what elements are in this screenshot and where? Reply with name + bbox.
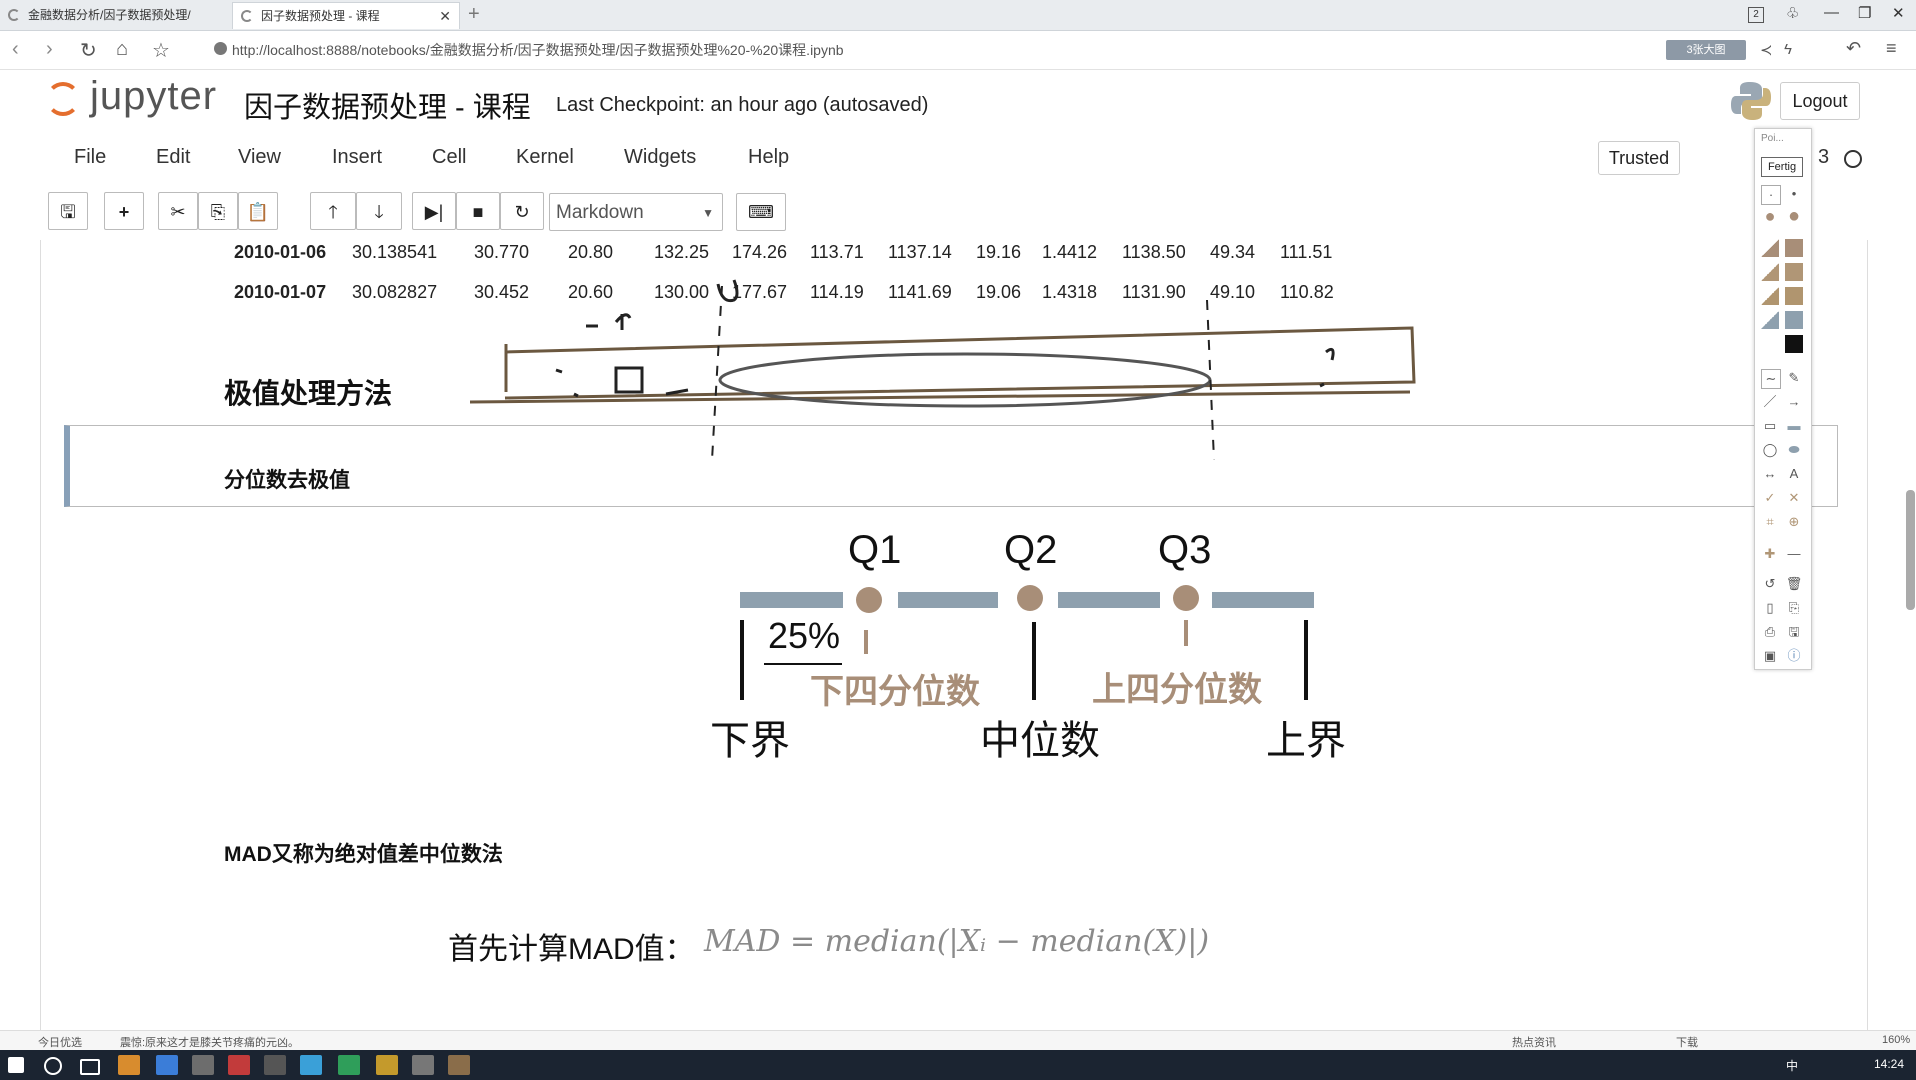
print-icon[interactable]: ⎙ <box>1761 623 1779 641</box>
app-icon[interactable] <box>376 1055 398 1075</box>
app-icon[interactable] <box>412 1055 434 1075</box>
status-left-text[interactable]: 今日优选 <box>38 1034 82 1050</box>
q2-label: Q2 <box>1004 528 1058 572</box>
filled-ellipse-icon[interactable]: ⬬ <box>1785 441 1803 459</box>
range-bar <box>1058 592 1160 608</box>
plus-icon[interactable]: ✚ <box>1761 545 1779 563</box>
mad-formula: MAD = median(|Xᵢ − median(X)|) <box>704 924 1210 959</box>
copy-icon[interactable]: ⎘ <box>1785 599 1803 617</box>
dot-xlarge-icon[interactable]: ● <box>1785 206 1803 226</box>
status-download-text[interactable]: 下载 <box>1676 1034 1698 1050</box>
ime-indicator[interactable]: 中 <box>1786 1057 1798 1074</box>
mad-lead-text: 首先计算MAD值： <box>448 933 695 966</box>
drawing-palette: Poi... Fertig · • ● ● ∼ ✎ ／ → ▭ ▬ ◯ ⬬ ↔ … <box>1754 128 1812 670</box>
heading-mad: MAD又称为绝对值差中位数法 <box>224 843 503 866</box>
check-icon[interactable]: ✓ <box>1761 489 1779 507</box>
line-icon[interactable]: ／ <box>1761 393 1779 411</box>
upper-bound-label: 上界 <box>1266 719 1346 763</box>
color-swatch[interactable] <box>1785 287 1803 305</box>
status-hot-text[interactable]: 热点资讯 <box>1512 1034 1556 1050</box>
quantile-diagram <box>740 585 1314 700</box>
color-swatch[interactable] <box>1785 239 1803 257</box>
search-icon[interactable] <box>44 1057 62 1075</box>
undo-icon[interactable]: ↺ <box>1761 575 1779 593</box>
os-taskbar: 中 14:24 <box>0 1050 1916 1080</box>
page-icon[interactable]: ▯ <box>1761 599 1779 617</box>
highlighter-icon[interactable]: ✎ <box>1785 369 1803 387</box>
percent-label: 25% <box>768 615 841 656</box>
info-icon[interactable]: ⓘ <box>1785 647 1803 665</box>
q1-dot <box>856 587 882 613</box>
dot-medium-icon[interactable]: • <box>1785 185 1803 203</box>
app-icon[interactable] <box>448 1055 470 1075</box>
filled-rectangle-icon[interactable]: ▬ <box>1785 417 1803 435</box>
app-icon[interactable] <box>192 1055 214 1075</box>
color-swatch-black[interactable] <box>1785 335 1803 353</box>
app-icon[interactable] <box>118 1055 140 1075</box>
text-tool-icon[interactable]: A <box>1785 465 1803 483</box>
range-bar <box>898 592 998 608</box>
crop-icon[interactable]: ⌗ <box>1761 513 1779 531</box>
range-bar <box>1212 592 1314 608</box>
color-swatch[interactable] <box>1761 311 1779 329</box>
task-view-icon[interactable] <box>80 1059 100 1075</box>
dot-large-icon[interactable]: ● <box>1761 207 1779 225</box>
save-icon[interactable]: 🖫 <box>1785 623 1803 641</box>
rectangle-icon[interactable]: ▭ <box>1761 417 1779 435</box>
zoom-level[interactable]: 160% <box>1882 1034 1910 1046</box>
app-icon[interactable] <box>264 1055 286 1075</box>
lower-quartile-label: 下四分位数 <box>810 673 980 711</box>
lower-bound-label: 下界 <box>710 719 790 763</box>
ellipse-icon[interactable]: ◯ <box>1761 441 1779 459</box>
app-icon[interactable] <box>300 1055 322 1075</box>
palette-header: Poi... <box>1761 133 1784 144</box>
image-icon[interactable]: ▣ <box>1761 647 1779 665</box>
median-label: 中位数 <box>980 719 1100 763</box>
color-swatch[interactable] <box>1785 311 1803 329</box>
double-arrow-icon[interactable]: ↔ <box>1761 465 1779 483</box>
q1-label: Q1 <box>848 528 902 572</box>
app-icon[interactable] <box>338 1055 360 1075</box>
q2-dot <box>1017 585 1043 611</box>
palette-tooltip: Fertig <box>1761 157 1803 177</box>
freehand-icon[interactable]: ∼ <box>1761 369 1781 389</box>
clock[interactable]: 14:24 <box>1874 1057 1904 1071</box>
status-news-text[interactable]: 震惊:原来这才是膝关节疼痛的元凶。 <box>120 1034 299 1050</box>
windows-start-icon[interactable] <box>8 1057 24 1073</box>
color-swatch[interactable] <box>1761 287 1779 305</box>
cross-icon[interactable]: ✕ <box>1785 489 1803 507</box>
app-icon[interactable] <box>156 1055 178 1075</box>
app-icon[interactable] <box>228 1055 250 1075</box>
color-swatch[interactable] <box>1761 239 1779 257</box>
color-swatch[interactable] <box>1785 263 1803 281</box>
upper-quartile-label: 上四分位数 <box>1092 671 1262 709</box>
trash-icon[interactable]: 🗑 <box>1785 575 1803 593</box>
arrow-icon[interactable]: → <box>1785 393 1803 411</box>
minus-icon[interactable]: — <box>1785 545 1803 563</box>
q3-dot <box>1173 585 1199 611</box>
q3-label: Q3 <box>1158 528 1212 572</box>
color-swatch[interactable] <box>1761 263 1779 281</box>
zoom-icon[interactable]: ⊕ <box>1785 513 1803 531</box>
range-bar <box>740 592 843 608</box>
dot-small-icon[interactable]: · <box>1761 185 1781 205</box>
browser-status-bar: 今日优选 震惊:原来这才是膝关节疼痛的元凶。 热点资讯 下载 160% <box>0 1030 1916 1051</box>
